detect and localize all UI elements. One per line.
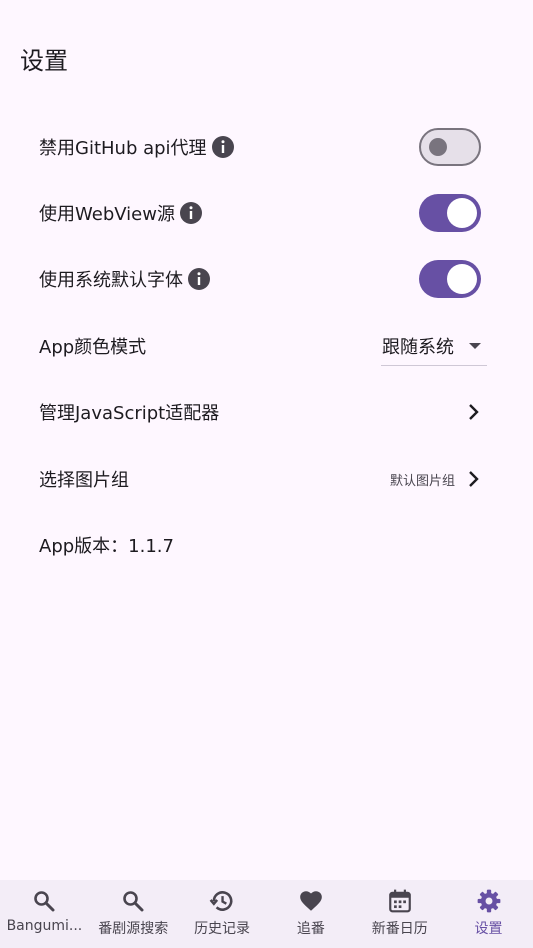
gear-icon [476,888,502,914]
setting-label-text: 使用WebView源 [39,204,175,225]
status-bar [0,0,533,30]
nav-label: Bangumi... [6,918,83,934]
setting-label: 使用系统默认字体 [39,266,211,292]
nav-item-calendar[interactable]: 新番日历 [355,880,444,948]
search-icon [31,888,57,914]
setting-color-mode: App颜色模式 跟随系统 [0,313,533,379]
settings-screen: 设置 禁用GitHub api代理 使用WebView源 使用系统默认字体 Ap… [0,0,533,948]
switch-thumb [447,198,477,228]
switch-thumb [447,264,477,294]
heart-icon [298,888,324,914]
nav-item-source-search[interactable]: 番剧源搜索 [89,880,178,948]
webview-source-switch[interactable] [419,194,481,232]
setting-use-webview-source[interactable]: 使用WebView源 [0,180,533,246]
info-icon[interactable] [211,135,235,159]
setting-label: 选择图片组 [39,470,129,491]
nav-label: 新番日历 [371,921,428,937]
setting-label: 管理JavaScript适配器 [39,403,220,424]
setting-app-version: App版本：1.1.7 [0,512,533,578]
setting-label: 使用WebView源 [39,200,203,226]
setting-manage-js-adapters[interactable]: 管理JavaScript适配器 [0,379,533,445]
info-icon[interactable] [179,201,203,225]
caret-down-icon [469,342,481,349]
search-icon [120,888,146,914]
nav-item-history[interactable]: 历史记录 [178,880,267,948]
nav-item-bangumi[interactable]: Bangumi... [0,880,89,948]
chevron-right-icon [461,400,485,424]
bottom-navigation: Bangumi... 番剧源搜索 历史记录 追番 新番日历 设置 [0,880,533,948]
setting-label: 禁用GitHub api代理 [39,134,235,160]
system-font-switch[interactable] [419,260,481,298]
history-icon [209,888,235,914]
nav-item-following[interactable]: 追番 [266,880,355,948]
page-title: 设置 [20,47,68,75]
app-version-text: App版本：1.1.7 [39,536,174,557]
dropdown-value: 跟随系统 [382,336,454,358]
setting-disable-github-proxy[interactable]: 禁用GitHub api代理 [0,114,533,180]
nav-item-settings[interactable]: 设置 [444,880,533,948]
setting-image-group[interactable]: 选择图片组 默认图片组 [0,446,533,512]
nav-label: 追番 [296,921,325,937]
calendar-icon [387,888,413,914]
setting-label: App颜色模式 [39,337,147,358]
setting-use-system-font[interactable]: 使用系统默认字体 [0,246,533,312]
chevron-right-icon [461,467,485,491]
setting-label-text: 禁用GitHub api代理 [39,138,207,159]
setting-label-text: 使用系统默认字体 [39,270,183,291]
color-mode-dropdown[interactable]: 跟随系统 [381,326,487,366]
nav-label: 设置 [474,921,503,937]
nav-label: 历史记录 [194,921,251,937]
image-group-value: 默认图片组 [389,473,455,489]
github-proxy-switch[interactable] [419,128,481,166]
switch-thumb [429,138,447,156]
info-icon[interactable] [187,267,211,291]
nav-label: 番剧源搜索 [98,921,169,937]
